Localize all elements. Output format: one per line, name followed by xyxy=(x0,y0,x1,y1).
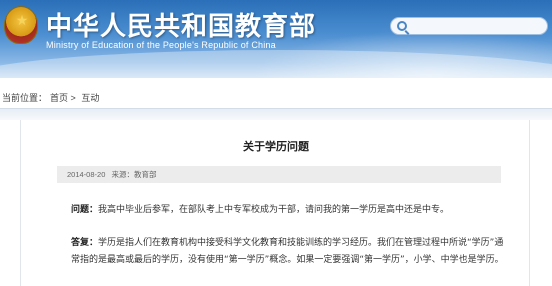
article-title: 关于学历问题 xyxy=(243,140,309,153)
search-icon[interactable] xyxy=(397,21,407,31)
article-date: 2014-08-20 xyxy=(67,170,106,179)
article-source: 来源：教育部 xyxy=(111,170,157,179)
article-panel: 关于学历问题 2014-08-20 来源：教育部 问题：我高中毕业后参军，在部队… xyxy=(20,120,530,286)
site-title[interactable]: 中华人民共和国教育部 xyxy=(46,6,316,43)
site-header: ★ 中华人民共和国教育部 Ministry of Education of th… xyxy=(0,0,552,78)
answer-text: 学历是指人们在教育机构中接受科学文化教育和技能训练的学习经历。我们在管理过程中所… xyxy=(71,238,504,265)
national-emblem-icon[interactable]: ★ xyxy=(4,6,38,44)
section-divider xyxy=(0,108,552,120)
breadcrumb: 当前位置： 首页 > 互动 xyxy=(0,88,552,108)
answer-block: 答复：学历是指人们在教育机构中接受科学文化教育和技能训练的学习经历。我们在管理过… xyxy=(71,235,511,269)
search-input[interactable] xyxy=(390,17,548,35)
question-label: 问题： xyxy=(71,205,99,215)
question-text: 我高中毕业后参军，在部队考上中专军校成为干部，请问我的第一学历是高中还是中专。 xyxy=(98,205,450,215)
answer-label: 答复： xyxy=(71,238,99,248)
star-icon: ★ xyxy=(15,13,29,29)
article-meta-bar: 2014-08-20 来源：教育部 xyxy=(57,166,501,183)
breadcrumb-separator: > xyxy=(70,93,76,103)
breadcrumb-prefix: 当前位置： xyxy=(2,93,48,103)
breadcrumb-home-link[interactable]: 首页 xyxy=(50,93,68,103)
site-subtitle: Ministry of Education of the People's Re… xyxy=(46,40,276,50)
breadcrumb-interaction-link[interactable]: 互动 xyxy=(81,93,99,103)
question-block: 问题：我高中毕业后参军，在部队考上中专军校成为干部，请问我的第一学历是高中还是中… xyxy=(71,202,511,219)
